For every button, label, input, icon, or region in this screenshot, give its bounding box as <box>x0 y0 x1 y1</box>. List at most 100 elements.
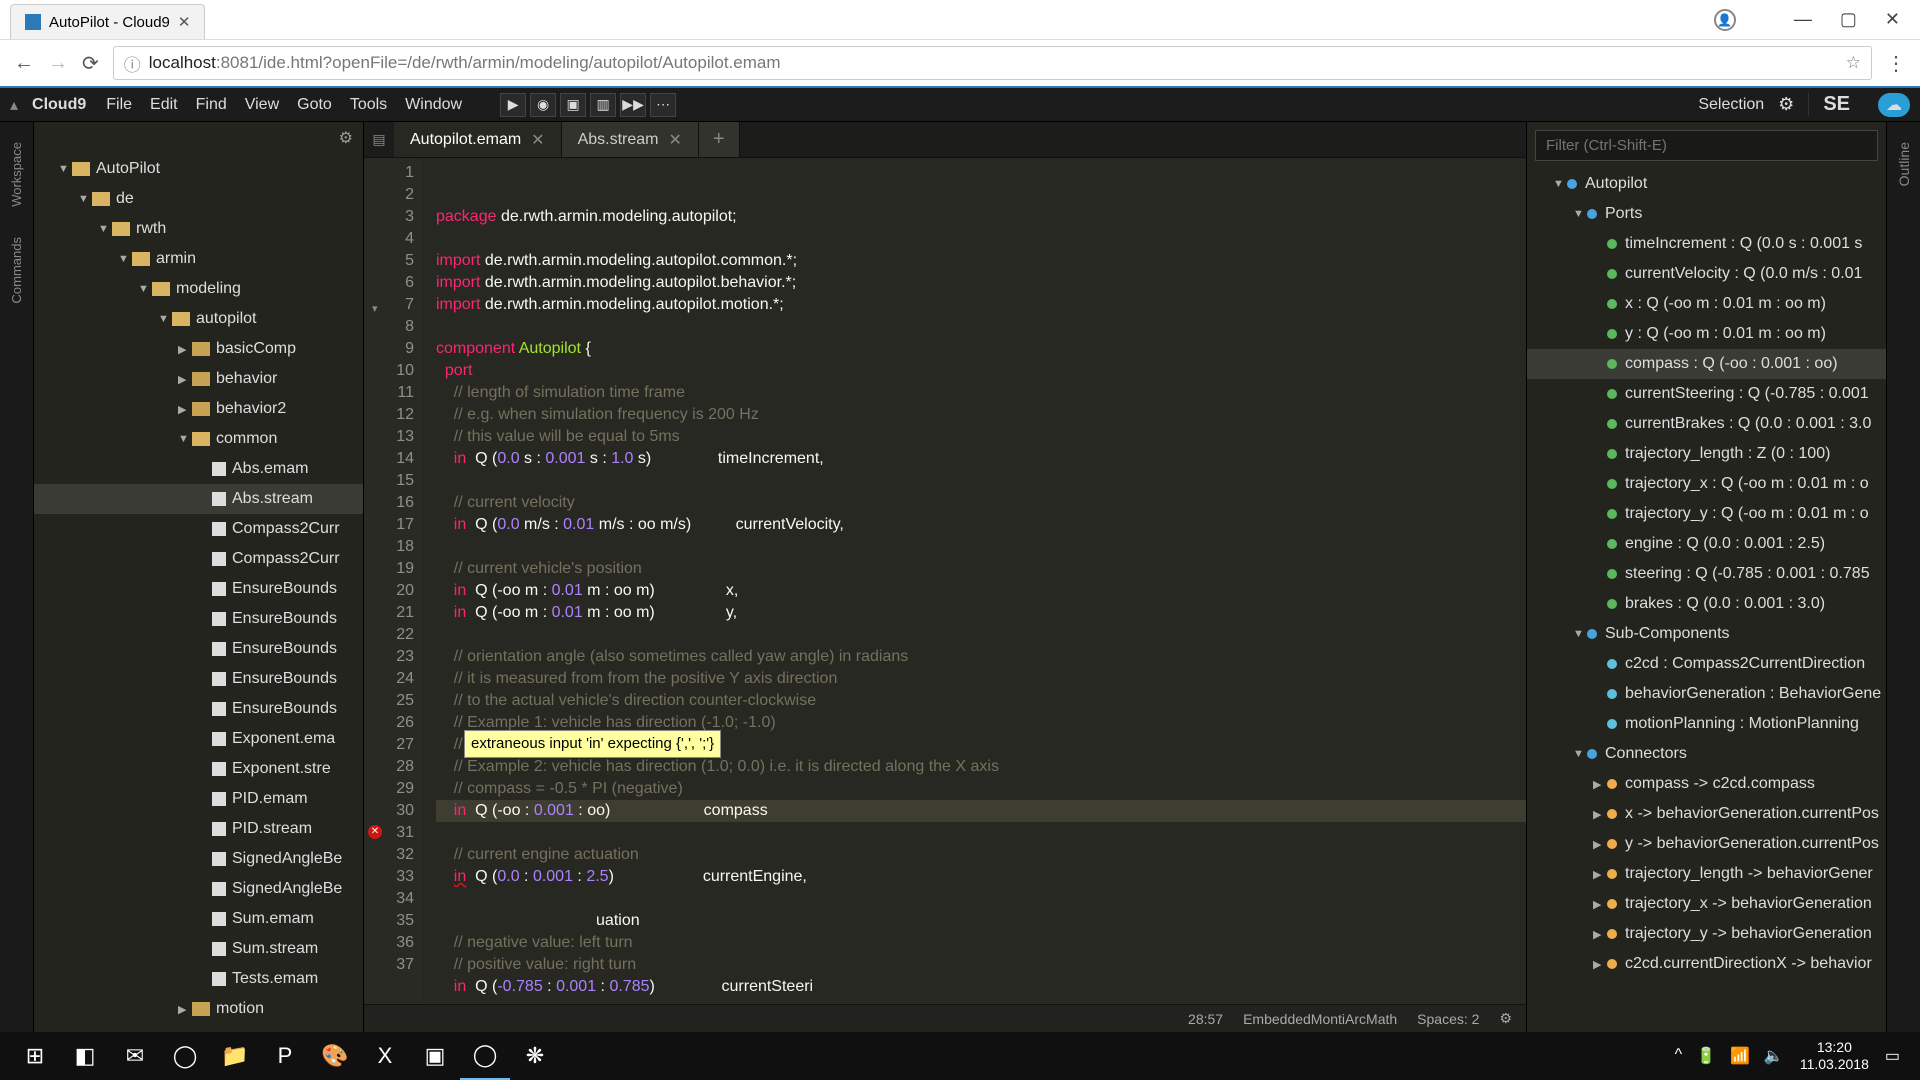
tree-file[interactable]: EnsureBounds <box>34 664 363 694</box>
minimize-button[interactable]: — <box>1794 9 1812 31</box>
tree-file[interactable]: Exponent.ema <box>34 724 363 754</box>
user-avatar-icon[interactable]: 👤 <box>1714 9 1736 31</box>
taskbar-app[interactable]: 📁 <box>210 1032 260 1080</box>
outline-item[interactable]: ▶x -> behaviorGeneration.currentPos <box>1527 799 1886 829</box>
tree-folder[interactable]: ▼armin <box>34 244 363 274</box>
code-editor[interactable]: package de.rwth.armin.modeling.autopilot… <box>422 158 1526 1004</box>
bookmark-icon[interactable]: ☆ <box>1846 53 1861 73</box>
tree-file[interactable]: Compass2Curr <box>34 544 363 574</box>
tree-file[interactable]: EnsureBounds <box>34 574 363 604</box>
tree-folder[interactable]: ▶basicComp <box>34 334 363 364</box>
outline-item[interactable]: c2cd : Compass2CurrentDirection <box>1527 649 1886 679</box>
menu-view[interactable]: View <box>245 96 279 113</box>
selection-menu[interactable]: Selection <box>1698 96 1764 114</box>
statusbar-gear-icon[interactable]: ⚙ <box>1499 1010 1512 1027</box>
settings-icon[interactable]: ⚙ <box>1778 94 1794 115</box>
outline-filter-input[interactable] <box>1535 130 1878 161</box>
outline-item[interactable]: ▼Sub-Components <box>1527 619 1886 649</box>
outline-item[interactable]: y : Q (-oo m : 0.01 m : oo m) <box>1527 319 1886 349</box>
tray-icon[interactable]: 🔈 <box>1764 1046 1784 1066</box>
workspace-tab[interactable]: Workspace <box>9 142 24 207</box>
outline-item[interactable]: behaviorGeneration : BehaviorGene <box>1527 679 1886 709</box>
tree-settings-icon[interactable]: ⚙ <box>339 128 353 148</box>
tree-folder[interactable]: ▶motion <box>34 994 363 1024</box>
outline-item[interactable]: ▶y -> behaviorGeneration.currentPos <box>1527 829 1886 859</box>
outline-item[interactable]: ▶c2cd.currentDirectionX -> behavior <box>1527 949 1886 979</box>
menu-edit[interactable]: Edit <box>150 96 178 113</box>
taskbar-app[interactable]: 🎨 <box>310 1032 360 1080</box>
tree-file[interactable]: SignedAngleBe <box>34 844 363 874</box>
collapse-icon[interactable]: ▴ <box>10 95 18 115</box>
outline-item[interactable]: engine : Q (0.0 : 0.001 : 2.5) <box>1527 529 1886 559</box>
tree-file[interactable]: PID.emam <box>34 784 363 814</box>
tree-file[interactable]: Abs.emam <box>34 454 363 484</box>
close-tab-icon[interactable]: ✕ <box>178 13 191 31</box>
outline-item[interactable]: ▶compass -> c2cd.compass <box>1527 769 1886 799</box>
outline-item[interactable]: trajectory_length : Z (0 : 100) <box>1527 439 1886 469</box>
run-button-0[interactable]: ▶ <box>500 93 526 117</box>
outline-item[interactable]: ▼Connectors <box>1527 739 1886 769</box>
tray-icon[interactable]: ^ <box>1675 1046 1683 1066</box>
outline-item[interactable]: timeIncrement : Q (0.0 s : 0.001 s <box>1527 229 1886 259</box>
tree-folder[interactable]: ▶behavior <box>34 364 363 394</box>
outline-item[interactable]: currentVelocity : Q (0.0 m/s : 0.01 <box>1527 259 1886 289</box>
tree-folder[interactable]: ▼rwth <box>34 214 363 244</box>
taskbar-app[interactable]: X <box>360 1032 410 1080</box>
cursor-position[interactable]: 28:57 <box>1188 1011 1223 1027</box>
commands-tab[interactable]: Commands <box>9 237 24 303</box>
tree-file[interactable]: Tests.emam <box>34 964 363 994</box>
tree-file[interactable]: EnsureBounds <box>34 694 363 724</box>
outline-item[interactable]: ▼Autopilot <box>1527 169 1886 199</box>
tray-icon[interactable]: 📶 <box>1730 1046 1750 1066</box>
outline-item[interactable]: ▼Ports <box>1527 199 1886 229</box>
chrome-menu-icon[interactable]: ⋮ <box>1886 51 1906 76</box>
tree-folder[interactable]: ▼common <box>34 424 363 454</box>
back-button[interactable]: ← <box>14 52 34 75</box>
outline-item[interactable]: trajectory_x : Q (-oo m : 0.01 m : o <box>1527 469 1886 499</box>
taskbar-app[interactable]: ◯ <box>460 1032 510 1080</box>
outline-item[interactable]: compass : Q (-oo : 0.001 : oo) <box>1527 349 1886 379</box>
tree-file[interactable]: SignedAngleBe <box>34 874 363 904</box>
outline-item[interactable]: x : Q (-oo m : 0.01 m : oo m) <box>1527 289 1886 319</box>
menu-tools[interactable]: Tools <box>350 96 387 113</box>
outline-tab[interactable]: Outline <box>1896 142 1912 186</box>
outline-item[interactable]: ▶trajectory_y -> behaviorGeneration <box>1527 919 1886 949</box>
taskbar-app[interactable]: ❋ <box>510 1032 560 1080</box>
tree-folder[interactable]: ▼de <box>34 184 363 214</box>
tree-file[interactable]: EnsureBounds <box>34 634 363 664</box>
tree-file[interactable]: Sum.stream <box>34 934 363 964</box>
tree-file[interactable]: Sum.emam <box>34 904 363 934</box>
browser-tab[interactable]: AutoPilot - Cloud9 ✕ <box>10 4 205 39</box>
tree-folder[interactable]: ▼AutoPilot <box>34 154 363 184</box>
outline-item[interactable]: currentBrakes : Q (0.0 : 0.001 : 3.0 <box>1527 409 1886 439</box>
taskbar-app[interactable]: ◧ <box>60 1032 110 1080</box>
line-gutter[interactable]: 123456▾789101112131415161718192021222324… <box>364 158 422 1004</box>
outline-item[interactable]: steering : Q (-0.785 : 0.001 : 0.785 <box>1527 559 1886 589</box>
taskbar-app[interactable]: ⊞ <box>10 1032 60 1080</box>
outline-item[interactable]: ▶trajectory_x -> behaviorGeneration <box>1527 889 1886 919</box>
menu-goto[interactable]: Goto <box>297 96 332 113</box>
taskbar-app[interactable]: ✉ <box>110 1032 160 1080</box>
tree-file[interactable]: PID.stream <box>34 814 363 844</box>
outline-item[interactable]: currentSteering : Q (-0.785 : 0.001 <box>1527 379 1886 409</box>
tree-file[interactable]: Exponent.stre <box>34 754 363 784</box>
run-button-4[interactable]: ▶▶ <box>620 93 646 117</box>
tab-list-icon[interactable]: ▤ <box>364 122 394 157</box>
outline-item[interactable]: brakes : Q (0.0 : 0.001 : 3.0) <box>1527 589 1886 619</box>
close-window-button[interactable]: ✕ <box>1885 9 1900 31</box>
editor-tab[interactable]: Abs.stream✕ <box>562 122 699 157</box>
brand-label[interactable]: Cloud9 <box>32 96 86 114</box>
outline-item[interactable]: ▶trajectory_length -> behaviorGener <box>1527 859 1886 889</box>
new-tab-button[interactable]: + <box>699 122 740 157</box>
url-input[interactable]: ⓘ localhost :8081/ide.html?openFile=/de/… <box>113 46 1872 80</box>
run-button-5[interactable]: ⋯ <box>650 93 676 117</box>
close-tab-icon[interactable]: ✕ <box>531 130 544 150</box>
menu-file[interactable]: File <box>106 96 132 113</box>
tree-folder[interactable]: ▶behavior2 <box>34 394 363 424</box>
run-button-1[interactable]: ◉ <box>530 93 556 117</box>
outline-item[interactable]: motionPlanning : MotionPlanning <box>1527 709 1886 739</box>
taskbar-app[interactable]: P <box>260 1032 310 1080</box>
site-info-icon[interactable]: ⓘ <box>124 51 141 76</box>
tree-file[interactable]: Compass2Curr <box>34 514 363 544</box>
notifications-icon[interactable]: ▭ <box>1885 1046 1900 1066</box>
